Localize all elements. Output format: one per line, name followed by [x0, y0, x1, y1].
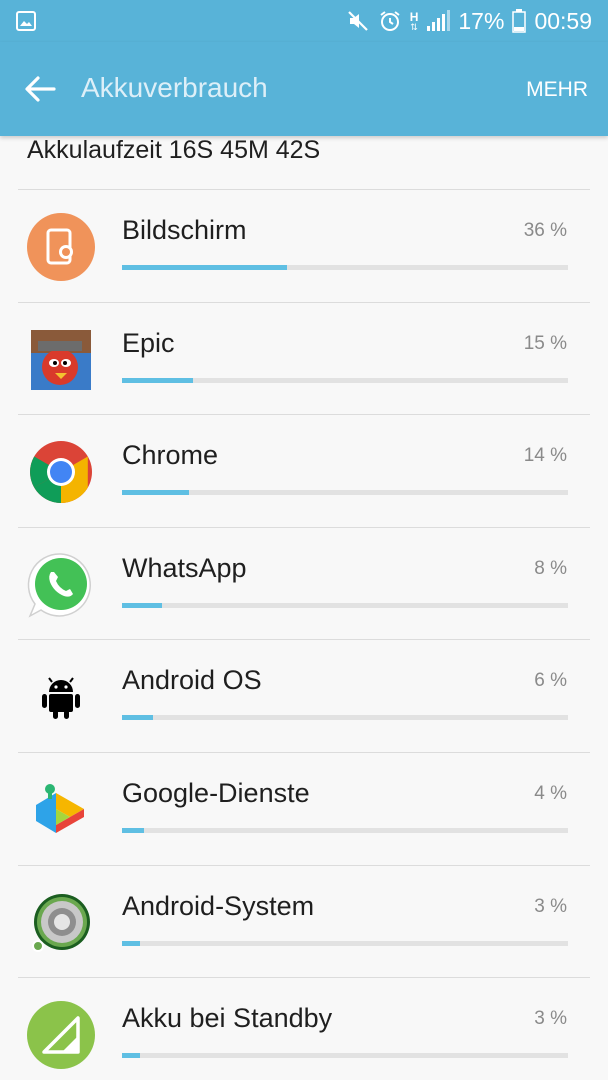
- app-name: Android OS: [122, 665, 262, 696]
- list-item[interactable]: Bildschirm 36 %: [18, 190, 590, 303]
- usage-bar-fill: [122, 490, 189, 496]
- usage-bar: [122, 377, 568, 383]
- usage-percent: 3 %: [534, 1008, 567, 1030]
- network-type-label: H: [409, 9, 419, 24]
- whatsapp-icon: [27, 553, 92, 618]
- list-item[interactable]: WhatsApp 8 %: [18, 528, 590, 641]
- battery-runtime-summary: Akkulaufzeit 16S 45M 42S: [27, 136, 321, 164]
- usage-percent: 36 %: [523, 220, 567, 241]
- list-item[interactable]: Google-Dienste 4 %: [18, 753, 590, 866]
- app-name: WhatsApp: [122, 552, 247, 583]
- battery-percent: 17%: [458, 7, 505, 34]
- usage-bar: [122, 1053, 568, 1059]
- google-play-services-icon: [36, 783, 84, 833]
- usage-bar-fill: [122, 602, 163, 608]
- app-name: Google-Dienste: [122, 777, 310, 808]
- app-name: Akku bei Standby: [122, 1003, 333, 1034]
- usage-bar: [122, 265, 568, 270]
- android-system-icon: [32, 893, 90, 952]
- alarm-icon: [380, 11, 400, 31]
- gallery-notification-icon: [16, 11, 36, 31]
- usage-bar: [122, 715, 568, 721]
- mute-icon: [347, 11, 368, 31]
- app-bar: Akkuverbrauch MEHR: [0, 42, 608, 136]
- standby-signal-icon: [27, 1001, 95, 1070]
- usage-percent: 4 %: [534, 782, 567, 804]
- status-bar: H ⇅ 17% 00:59: [0, 0, 608, 42]
- usage-bar: [122, 827, 568, 833]
- app-name: Epic: [122, 327, 175, 358]
- app-name: Android-System: [122, 890, 315, 921]
- usage-bar-fill: [122, 265, 288, 270]
- battery-usage-list: Bildschirm 36 % Epic 15 % Chrome 14 % Wh…: [0, 190, 608, 1080]
- usage-bar-fill: [122, 1053, 140, 1059]
- usage-percent: 3 %: [534, 895, 567, 917]
- usage-bar-fill: [122, 377, 194, 383]
- h-network-icon: H ⇅: [409, 9, 419, 32]
- usage-bar: [122, 940, 568, 946]
- usage-percent: 15 %: [523, 332, 567, 354]
- list-item[interactable]: Akku bei Standby 3 %: [18, 978, 590, 1080]
- clock: 00:59: [534, 7, 592, 34]
- screen-brightness-icon: [27, 213, 95, 281]
- battery-icon: [512, 9, 527, 33]
- usage-bar-fill: [122, 715, 154, 721]
- chrome-icon: [30, 441, 92, 504]
- usage-percent: 8 %: [534, 557, 567, 579]
- app-name: Chrome: [122, 440, 219, 471]
- usage-bar: [122, 602, 568, 608]
- usage-bar: [122, 490, 568, 496]
- more-button[interactable]: MEHR: [526, 78, 588, 102]
- usage-percent: 14 %: [523, 445, 567, 467]
- usage-bar-fill: [122, 827, 145, 833]
- status-icons: H ⇅ 17% 00:59: [346, 0, 592, 42]
- android-icon: [42, 677, 80, 720]
- epic-game-icon: [31, 329, 91, 390]
- page-title: Akkuverbrauch: [81, 72, 268, 103]
- signal-icon: [427, 10, 451, 31]
- back-arrow-icon[interactable]: [22, 71, 58, 107]
- app-name: Bildschirm: [122, 215, 247, 245]
- list-item[interactable]: Android OS 6 %: [18, 640, 590, 753]
- list-item[interactable]: Android-System 3 %: [18, 866, 590, 979]
- usage-bar-fill: [122, 940, 140, 946]
- usage-percent: 6 %: [534, 670, 567, 692]
- list-item[interactable]: Epic 15 %: [18, 303, 590, 416]
- list-item[interactable]: Chrome 14 %: [18, 415, 590, 528]
